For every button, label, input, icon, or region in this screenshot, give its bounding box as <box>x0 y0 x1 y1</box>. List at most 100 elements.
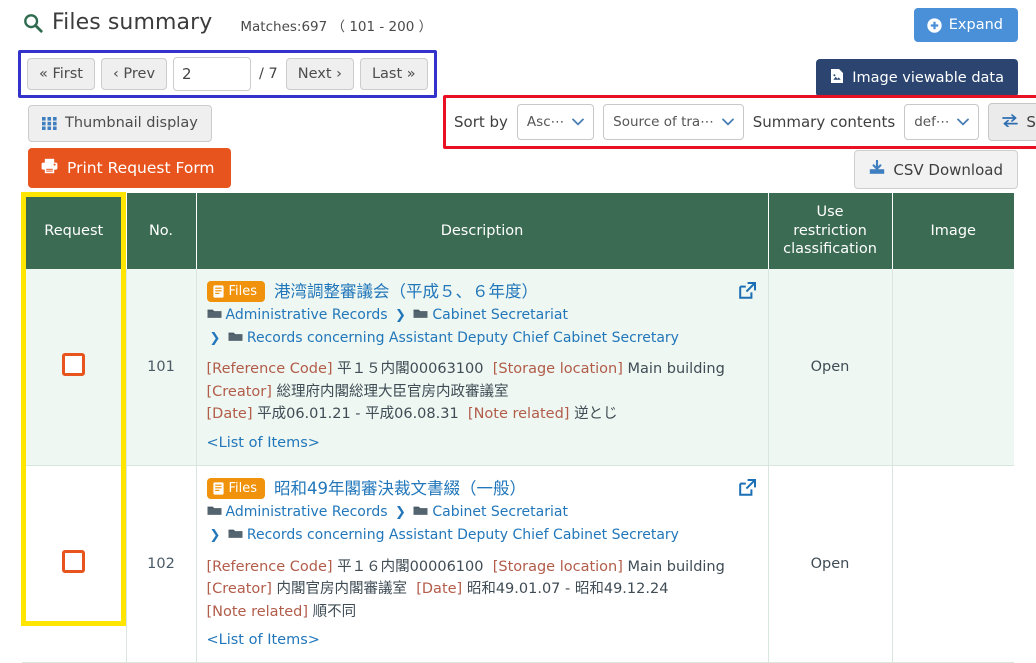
matches-count: Matches:697 （ 101 - 200 ） <box>240 18 433 35</box>
breadcrumb-item-2-label: Cabinet Secretariat <box>432 504 568 521</box>
request-checkbox[interactable] <box>62 550 86 574</box>
metadata-line: [Creator] 総理府内閣総理大臣官房内政審議室 <box>207 381 754 403</box>
table-row: 101 Files 港湾調整審議会（平成５、６年度） Administrativ… <box>22 268 1014 466</box>
summary-contents-select[interactable]: def⋯ <box>904 104 980 140</box>
grid-icon <box>42 116 57 130</box>
breadcrumb-item-1[interactable]: Administrative Records <box>207 501 388 524</box>
reference-code-label: [Reference Code] <box>206 361 333 378</box>
image-viewable-data-button[interactable]: Image viewable data <box>816 59 1018 97</box>
row-image-cell <box>892 268 1014 466</box>
folder-icon <box>207 501 222 524</box>
next-page-button[interactable]: Next › <box>285 57 354 91</box>
description-title-line: Files 港湾調整審議会（平成５、６年度） <box>206 280 754 302</box>
note-related-value: 逆とじ <box>574 406 618 423</box>
breadcrumb-item-2-label: Cabinet Secretariat <box>432 307 568 324</box>
reference-code-label: [Reference Code] <box>206 558 333 575</box>
row-request-cell <box>22 268 127 466</box>
thumbnail-display-button[interactable]: Thumbnail display <box>28 105 212 142</box>
row-use-restriction-cell: Open <box>768 268 893 466</box>
print-request-form-button[interactable]: Print Request Form <box>28 148 231 188</box>
breadcrumb-item-3[interactable]: Records concerning Assistant Deputy Chie… <box>228 524 679 547</box>
search-icon <box>22 12 44 34</box>
file-title-link[interactable]: 港湾調整審議会（平成５、６年度） <box>274 281 538 302</box>
prev-page-button[interactable]: ‹ Prev <box>101 57 168 91</box>
file-title-link[interactable]: 昭和49年閣審決裁文書綴（一般） <box>274 478 526 499</box>
creator-label: [Creator] <box>206 581 272 598</box>
switch-button[interactable]: Switch <box>988 103 1036 141</box>
sort-by-label: Sort by <box>454 113 508 131</box>
thumbnail-display-label: Thumbnail display <box>65 115 198 131</box>
row-no-cell: 102 <box>126 465 197 663</box>
csv-download-button[interactable]: CSV Download <box>854 150 1018 189</box>
image-viewable-data-label: Image viewable data <box>852 70 1004 86</box>
page-number-input[interactable] <box>173 57 252 91</box>
reference-code-value: 平１５内閣00063100 <box>337 361 484 378</box>
date-label: [Date] <box>416 581 463 598</box>
breadcrumb-item-3-label: Records concerning Assistant Deputy Chie… <box>246 329 679 346</box>
sort-field-select[interactable]: Source of tra⋯ <box>603 104 744 140</box>
page-root: Files summary Matches:697 （ 101 - 200 ） … <box>0 0 1036 663</box>
breadcrumb-item-2[interactable]: Cabinet Secretariat <box>413 304 568 327</box>
breadcrumb-separator: ❯ <box>394 308 406 324</box>
breadcrumb-item-1[interactable]: Administrative Records <box>207 304 388 327</box>
reference-code-value: 平１６内閣00006100 <box>337 558 484 575</box>
breadcrumb-item-3[interactable]: Records concerning Assistant Deputy Chie… <box>228 327 679 350</box>
summary-contents-value: def⋯ <box>914 114 950 130</box>
files-badge: Files <box>206 478 266 500</box>
breadcrumb-item-1-label: Administrative Records <box>225 307 388 324</box>
creator-value: 内閣官房内閣審議室 <box>276 581 408 598</box>
row-request-cell <box>22 465 127 663</box>
title-group: Files summary <box>22 10 212 35</box>
date-value: 昭和49.01.07 - 昭和49.12.24 <box>466 581 669 598</box>
sort-field-value: Source of tra⋯ <box>613 114 714 130</box>
image-file-icon <box>830 68 844 88</box>
document-icon <box>212 285 224 298</box>
column-header-description: Description <box>196 193 769 269</box>
metadata-line: [Reference Code] 平１６内閣00006100 [Storage … <box>207 556 754 578</box>
row-no-cell: 101 <box>126 268 197 466</box>
storage-location-label: [Storage location] <box>492 361 623 378</box>
swap-icon <box>1002 113 1019 131</box>
storage-location-value: Main building <box>627 361 725 378</box>
request-checkbox[interactable] <box>62 353 86 377</box>
column-header-description-label: Description <box>440 222 524 239</box>
column-header-no: No. <box>126 193 197 269</box>
download-icon <box>869 159 885 179</box>
folder-icon <box>413 501 428 524</box>
column-header-image: Image <box>892 193 1014 269</box>
column-header-image-label: Image <box>930 222 976 239</box>
metadata-block: [Reference Code] 平１５内閣00063100 [Storage … <box>207 358 754 425</box>
note-related-label: [Note related] <box>467 406 570 423</box>
note-related-value: 順不同 <box>312 603 357 620</box>
list-of-items-link[interactable]: <List of Items> <box>207 435 754 451</box>
table-header-row: Request No. Description Use restriction … <box>22 193 1014 269</box>
files-badge: Files <box>206 280 266 302</box>
breadcrumb-item-2[interactable]: Cabinet Secretariat <box>413 501 568 524</box>
sort-order-select[interactable]: Asc⋯ <box>516 104 595 140</box>
metadata-line: [Creator] 内閣官房内閣審議室 [Date] 昭和49.01.07 - … <box>207 578 754 600</box>
first-page-button[interactable]: « First <box>27 57 95 91</box>
switch-label: Switch <box>1026 113 1036 131</box>
page-total-label: / 7 <box>259 66 278 82</box>
print-request-form-label: Print Request Form <box>67 159 215 177</box>
storage-location-value: Main building <box>627 558 725 575</box>
expand-button-label: Expand <box>948 17 1003 33</box>
breadcrumb-separator: ❯ <box>209 527 221 543</box>
list-of-items-link[interactable]: <List of Items> <box>207 632 754 648</box>
note-related-label: [Note related] <box>206 603 309 620</box>
breadcrumb-separator: ❯ <box>209 330 221 346</box>
storage-location-label: [Storage location] <box>492 558 623 575</box>
external-link-icon[interactable] <box>738 281 756 303</box>
table-row: 102 Files 昭和49年閣審決裁文書綴（一般） Administrativ… <box>22 465 1014 663</box>
last-page-button[interactable]: Last » <box>359 57 428 91</box>
summary-contents-label: Summary contents <box>752 113 896 131</box>
folder-icon <box>228 524 243 547</box>
chevron-down-icon <box>957 118 970 126</box>
breadcrumb-item-1-label: Administrative Records <box>225 504 388 521</box>
row-image-cell <box>892 465 1014 663</box>
metadata-line: [Note related] 順不同 <box>207 601 754 623</box>
pagination-highlight-box: « First ‹ Prev / 7 Next › Last » <box>18 50 437 98</box>
circle-plus-icon <box>927 17 942 33</box>
expand-button[interactable]: Expand <box>913 8 1018 42</box>
external-link-icon[interactable] <box>738 478 756 500</box>
